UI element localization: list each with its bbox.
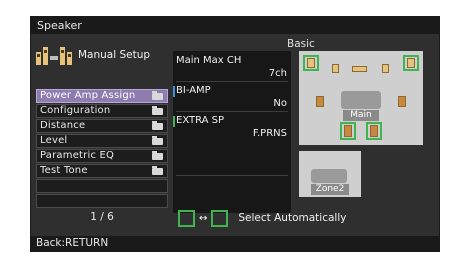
assign-swatch-left xyxy=(178,209,195,227)
front-right-speaker-icon xyxy=(407,58,415,68)
divider xyxy=(176,175,288,176)
setup-menu: Power Amp Assign Configuration Distance … xyxy=(36,89,168,209)
folder-icon xyxy=(152,151,163,160)
basic-params-panel: Main Max CH 7ch BI-AMP No EXTRA SP F.PRN… xyxy=(172,51,291,213)
param-label: Main Max CH xyxy=(176,55,242,66)
speaker-setup-icon xyxy=(36,47,72,65)
menu-item-configuration[interactable]: Configuration xyxy=(36,104,168,118)
param-value: F.PRNS xyxy=(252,128,287,139)
menu-item-empty xyxy=(36,194,168,208)
surround-back-left-speaker-icon xyxy=(344,125,352,137)
double-arrow-icon: ↔ xyxy=(199,212,208,224)
menu-item-parametric-eq[interactable]: Parametric EQ xyxy=(36,149,168,163)
menu-item-power-amp-assign[interactable]: Power Amp Assign xyxy=(36,89,168,103)
basic-section-title: Basic xyxy=(287,38,315,50)
folder-icon xyxy=(152,106,163,115)
param-value: No xyxy=(273,98,287,109)
status-bar: Back:RETURN xyxy=(31,236,439,251)
menu-item-distance[interactable]: Distance xyxy=(36,119,168,133)
center-speaker-icon xyxy=(352,66,367,72)
main-zone-speaker-diagram: Main xyxy=(299,51,423,145)
manual-setup-title: Manual Setup xyxy=(78,49,151,61)
menu-item-empty xyxy=(36,179,168,193)
select-automatically-label: Select Automatically xyxy=(238,212,347,224)
surround-right-speaker-icon xyxy=(398,96,406,107)
folder-icon xyxy=(152,136,163,145)
sofa-icon xyxy=(311,169,347,183)
assign-swatch-right xyxy=(211,209,229,227)
main-zone-label: Main xyxy=(343,110,379,121)
front-presence-left-speaker-icon xyxy=(332,64,339,73)
sofa-icon xyxy=(341,91,381,109)
menu-item-label: Configuration xyxy=(40,105,111,116)
select-automatically-row[interactable]: ↔ Select Automatically xyxy=(178,209,346,227)
surround-left-speaker-icon xyxy=(316,96,324,107)
zone2-speaker-diagram: Zone2 xyxy=(299,151,361,197)
manual-setup-header: Manual Setup xyxy=(36,43,150,67)
front-presence-right-speaker-icon xyxy=(382,64,389,73)
folder-icon xyxy=(152,121,163,130)
menu-item-test-tone[interactable]: Test Tone xyxy=(36,164,168,178)
param-main-max-ch[interactable]: Main Max CH 7ch xyxy=(173,53,291,81)
menu-item-label: Distance xyxy=(40,120,86,131)
param-label: EXTRA SP xyxy=(172,115,225,127)
param-label: BI-AMP xyxy=(173,85,211,97)
folder-icon xyxy=(152,91,163,100)
divider xyxy=(176,81,288,82)
page-indicator: 1 / 6 xyxy=(90,211,114,223)
folder-icon xyxy=(152,166,163,175)
menu-item-level[interactable]: Level xyxy=(36,134,168,148)
menu-item-label: Power Amp Assign xyxy=(40,90,136,101)
menu-item-label: Test Tone xyxy=(40,165,88,176)
zone2-label: Zone2 xyxy=(311,184,349,195)
param-extra-sp[interactable]: EXTRA SP F.PRNS xyxy=(172,113,291,141)
param-value: 7ch xyxy=(268,68,287,79)
menu-item-label: Level xyxy=(40,135,68,146)
front-left-speaker-icon xyxy=(307,58,315,68)
speaker-setup-window: Speaker Manual Setup Power Amp Assign Co… xyxy=(30,16,440,252)
menu-item-label: Parametric EQ xyxy=(40,150,115,161)
window-title: Speaker xyxy=(31,17,439,34)
surround-back-right-speaker-icon xyxy=(370,125,378,137)
param-bi-amp[interactable]: BI-AMP No xyxy=(173,83,291,111)
divider xyxy=(176,111,288,112)
